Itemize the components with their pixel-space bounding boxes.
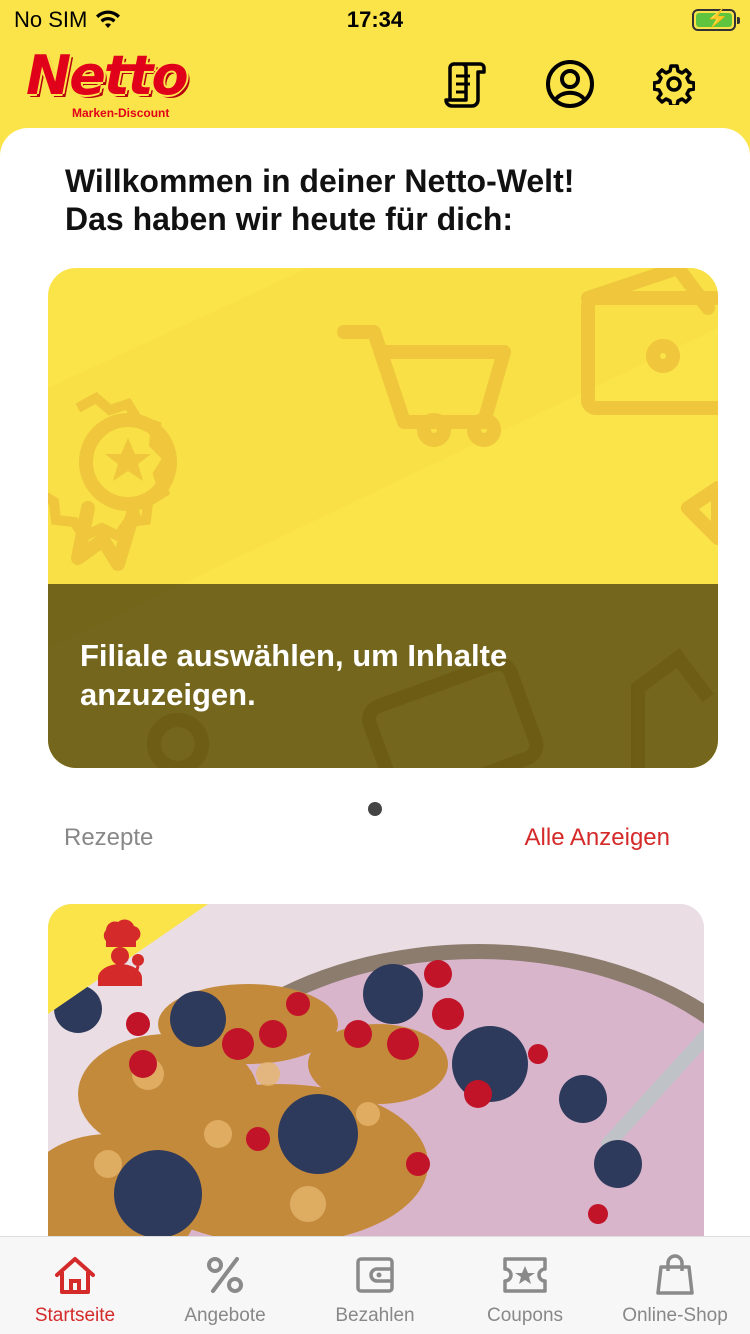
hero-message: Filiale auswählen, um Inhalte anzuzeigen… [80, 638, 508, 712]
logo-tagline: Marken-Discount [72, 106, 170, 120]
netto-logo[interactable]: Netto Marken-Discount [26, 44, 189, 121]
tab-label: Bezahlen [335, 1305, 415, 1326]
gear-icon[interactable] [648, 58, 700, 110]
charging-icon: ⚡ [706, 8, 729, 28]
header-actions [440, 58, 700, 110]
wifi-icon [96, 10, 121, 28]
store-selection-card[interactable]: Filiale auswählen, um Inhalte anzuzeigen… [48, 268, 718, 768]
bottom-tab-bar: Startseite Angebote Bezahlen Coupons Onl… [0, 1236, 750, 1334]
welcome-heading: Willkommen in deiner Netto-Welt! Das hab… [65, 163, 575, 237]
chef-icon [98, 919, 144, 986]
wallet-icon [351, 1251, 399, 1299]
content-sheet: Willkommen in deiner Netto-Welt! Das hab… [0, 128, 750, 1238]
percent-icon [201, 1251, 249, 1299]
coupon-icon [501, 1251, 549, 1299]
carrier-label: No SIM [14, 7, 88, 32]
tab-online-shop[interactable]: Online-Shop [600, 1237, 750, 1334]
logo-wordmark: Netto [26, 44, 189, 107]
shopping-bag-icon [651, 1251, 699, 1299]
carousel-page-indicator [368, 802, 382, 816]
tab-label: Online-Shop [622, 1305, 728, 1326]
tab-startseite[interactable]: Startseite [0, 1237, 150, 1334]
tab-angebote[interactable]: Angebote [150, 1237, 300, 1334]
home-icon [51, 1251, 99, 1299]
recipe-card[interactable] [48, 904, 704, 1238]
hero-caption-overlay: Filiale auswählen, um Inhalte anzuzeigen… [48, 584, 718, 768]
tab-label: Coupons [486, 1305, 564, 1326]
account-icon[interactable] [544, 58, 596, 110]
status-bar: No SIM 17:34 ⚡ [0, 0, 750, 40]
tab-label: Startseite [34, 1305, 116, 1326]
tab-bezahlen[interactable]: Bezahlen [300, 1237, 450, 1334]
receipt-icon[interactable] [440, 58, 492, 110]
status-left: No SIM [14, 7, 121, 33]
show-all-recipes-link[interactable]: Alle Anzeigen [525, 824, 670, 852]
battery-icon: ⚡ [692, 8, 740, 31]
app-header: Netto Marken-Discount [0, 40, 750, 130]
tab-coupons[interactable]: Coupons [450, 1237, 600, 1334]
tab-label: Angebote [184, 1305, 266, 1326]
recipes-section-label: Rezepte [64, 824, 154, 851]
